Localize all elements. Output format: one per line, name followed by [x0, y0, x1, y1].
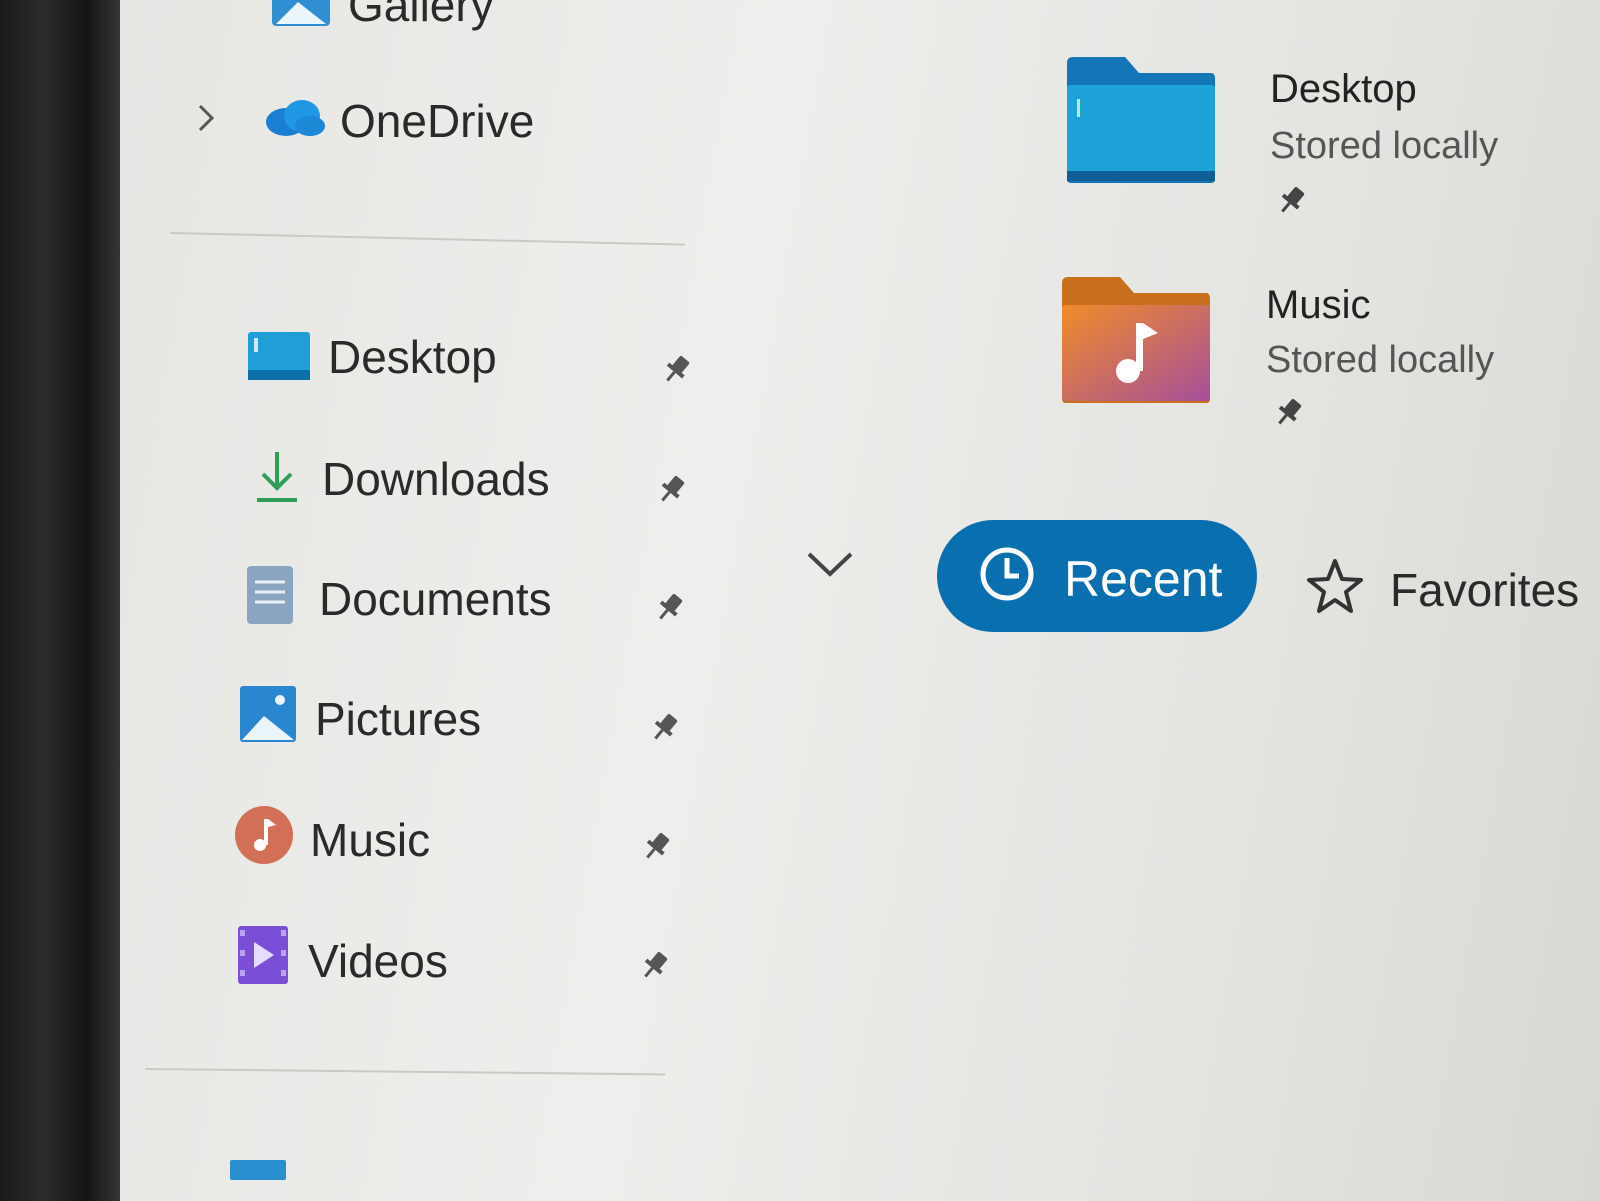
pin-icon[interactable] — [638, 948, 672, 982]
sidebar-item-gallery-label: Gallery — [348, 0, 494, 31]
sidebar-item-desktop[interactable]: Desktop — [230, 330, 710, 400]
sidebar-item-downloads-label: Downloads — [322, 453, 550, 505]
tab-recent-label: Recent — [1064, 551, 1223, 607]
sidebar-divider-top — [169, 232, 685, 246]
sidebar-item-music[interactable]: Music — [220, 805, 700, 875]
sidebar-item-onedrive-label: OneDrive — [340, 95, 535, 147]
pin-icon[interactable] — [1272, 395, 1306, 429]
videos-icon — [238, 926, 288, 984]
sidebar-item-desktop-label: Desktop — [328, 331, 497, 383]
star-icon[interactable] — [1305, 558, 1365, 616]
pin-icon[interactable] — [1275, 183, 1309, 217]
this-pc-icon — [230, 1160, 286, 1180]
sidebar-item-videos-label: Videos — [308, 935, 448, 987]
quick-access-tile-music-name: Music — [1266, 283, 1371, 327]
music-icon — [235, 806, 293, 864]
quick-access-tile-music-status: Stored locally — [1266, 339, 1495, 381]
sidebar-item-music-label: Music — [310, 814, 431, 866]
tab-recent[interactable]: Recent — [937, 520, 1257, 632]
pin-icon[interactable] — [655, 472, 689, 506]
quick-access-tile-desktop-name: Desktop — [1270, 67, 1417, 111]
chevron-down-icon[interactable] — [805, 548, 855, 580]
desktop-folder-icon — [1067, 57, 1215, 183]
quick-access-tile-music[interactable]: Music Stored locally — [1060, 275, 1580, 445]
pin-icon[interactable] — [640, 829, 674, 863]
quick-access-tile-desktop-status: Stored locally — [1270, 125, 1499, 167]
sidebar-item-onedrive[interactable]: OneDrive — [190, 92, 610, 156]
sidebar-item-videos[interactable]: Videos — [220, 924, 700, 994]
sidebar-divider-bottom — [144, 1068, 665, 1076]
sidebar-item-pictures[interactable]: Pictures — [220, 686, 700, 756]
chevron-right-icon[interactable] — [190, 100, 220, 136]
pictures-icon — [240, 686, 296, 742]
desktop-icon — [248, 332, 310, 380]
clock-icon — [980, 547, 1034, 601]
sidebar-item-pictures-label: Pictures — [315, 693, 482, 745]
monitor-bezel — [0, 0, 125, 1201]
sidebar-item-documents-label: Documents — [319, 573, 552, 625]
onedrive-cloud-icon — [266, 100, 325, 136]
download-arrow-icon — [257, 452, 297, 502]
sidebar-item-downloads[interactable]: Downloads — [225, 448, 705, 518]
document-icon — [247, 566, 293, 624]
sidebar-item-documents[interactable]: Documents — [225, 566, 705, 636]
music-folder-icon — [1062, 277, 1210, 403]
file-explorer-window: Gallery OneDrive Desktop Downloads Docum… — [120, 0, 1600, 1201]
pin-icon[interactable] — [653, 590, 687, 624]
quick-access-tile-desktop[interactable]: Desktop Stored locally — [1065, 55, 1585, 225]
tab-favorites[interactable]: Favorites — [1390, 563, 1579, 617]
sidebar-item-partial[interactable] — [230, 1160, 290, 1201]
gallery-icon — [272, 0, 330, 26]
pin-icon[interactable] — [648, 710, 682, 744]
pin-icon[interactable] — [660, 352, 694, 386]
